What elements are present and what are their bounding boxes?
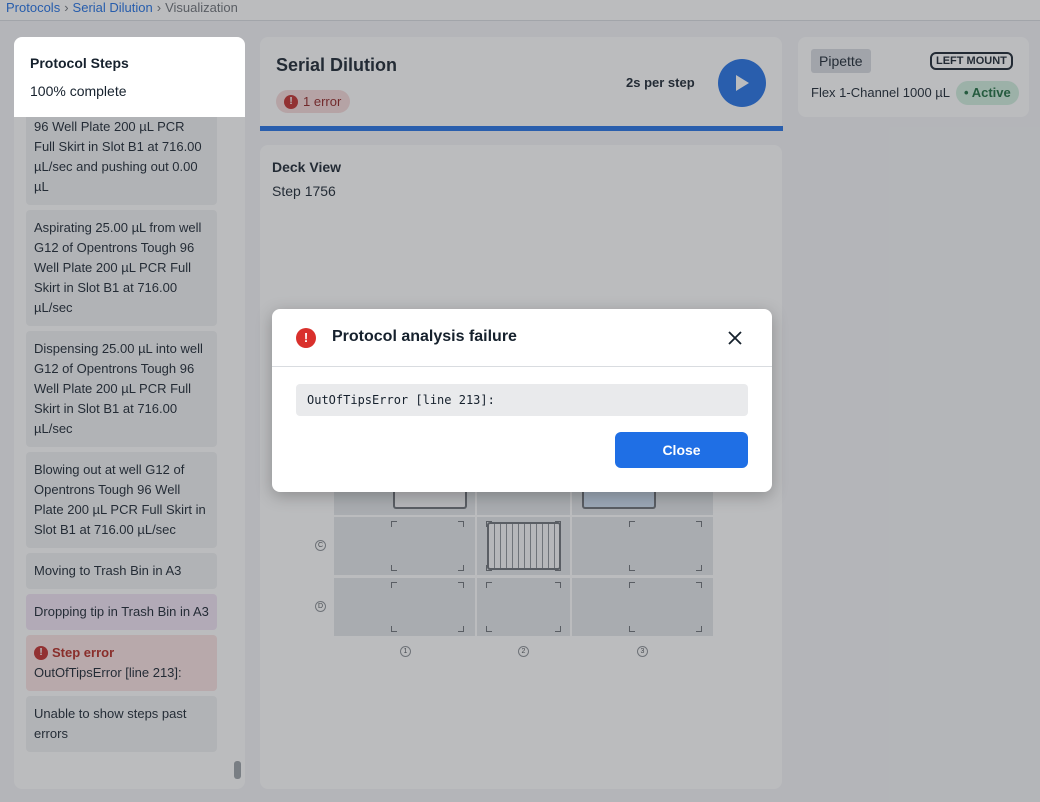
analysis-failure-modal: ! Protocol analysis failure OutOfTipsErr… (272, 309, 772, 492)
error-code-box: OutOfTipsError [line 213]: (296, 384, 748, 416)
close-button[interactable]: Close (615, 432, 748, 468)
modal-header: ! Protocol analysis failure (272, 309, 772, 367)
modal-title: Protocol analysis failure (332, 328, 517, 345)
close-x-icon (728, 331, 742, 345)
close-icon[interactable] (725, 328, 745, 348)
error-icon: ! (296, 328, 316, 348)
steps-progress: 100% complete (30, 83, 127, 99)
steps-title: Protocol Steps (30, 55, 129, 71)
steps-header: Protocol Steps 100% complete (14, 37, 245, 117)
